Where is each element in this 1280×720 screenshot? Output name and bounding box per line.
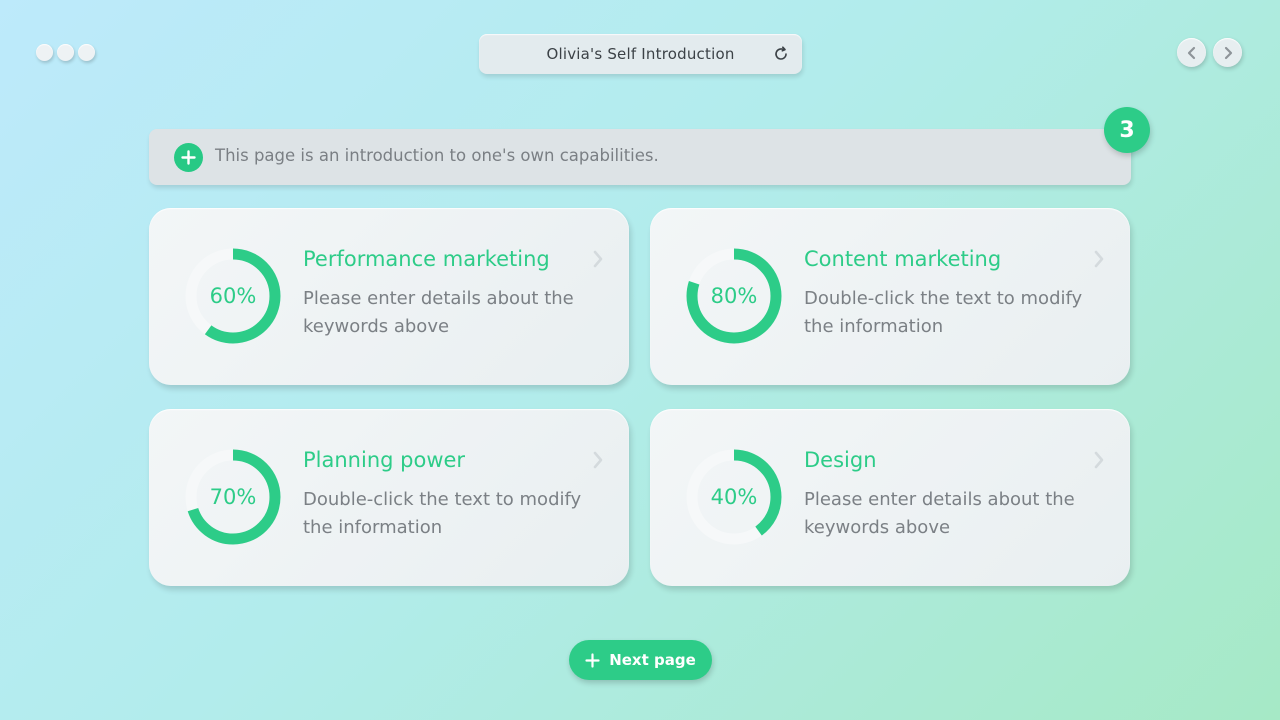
plus-icon[interactable] <box>174 143 203 172</box>
nav-buttons <box>1177 38 1242 67</box>
info-bar: This page is an introduction to one's ow… <box>149 129 1131 185</box>
window-controls <box>36 44 95 61</box>
card-chevron-icon <box>593 250 603 268</box>
card-description: Double-click the text to modify the info… <box>303 489 582 538</box>
percent-label: 40% <box>710 485 758 509</box>
card-description: Please enter details about the keywords … <box>804 489 1075 538</box>
plus-icon <box>585 652 600 668</box>
percent-label: 80% <box>710 284 758 308</box>
window-dot-icon[interactable] <box>57 44 74 61</box>
next-page-label: Next page <box>609 651 696 669</box>
card-chevron-icon <box>1094 250 1104 268</box>
card-title: Content marketing <box>804 247 1002 271</box>
forward-button[interactable] <box>1213 38 1242 67</box>
card-description: Please enter details about the keywords … <box>303 288 574 337</box>
back-button[interactable] <box>1177 38 1206 67</box>
card-chevron-icon <box>1094 451 1104 469</box>
card-title: Planning power <box>303 448 466 472</box>
card-description: Double-click the text to modify the info… <box>804 288 1083 337</box>
chevron-right-icon <box>1224 46 1232 59</box>
card-title: Design <box>804 448 877 472</box>
page-title: Olivia's Self Introduction <box>546 45 735 63</box>
page-number-badge: 3 <box>1104 107 1150 153</box>
chevron-left-icon <box>1187 46 1195 59</box>
percent-label: 60% <box>209 284 257 308</box>
skill-card-performance-marketing[interactable]: 60% Performance marketing Please enter d… <box>149 208 629 385</box>
skill-card-design[interactable]: 40% Design Please enter details about th… <box>650 409 1130 586</box>
window-dot-icon[interactable] <box>36 44 53 61</box>
window-dot-icon[interactable] <box>78 44 95 61</box>
skill-card-planning-power[interactable]: 70% Planning power Double-click the text… <box>149 409 629 586</box>
percent-label: 70% <box>209 485 257 509</box>
skill-card-content-marketing[interactable]: 80% Content marketing Double-click the t… <box>650 208 1130 385</box>
info-text: This page is an introduction to one's ow… <box>215 146 659 165</box>
title-bar: Olivia's Self Introduction <box>479 34 802 74</box>
refresh-icon[interactable] <box>772 45 790 63</box>
card-title: Performance marketing <box>303 247 550 271</box>
next-page-button[interactable]: Next page <box>569 640 712 680</box>
card-chevron-icon <box>593 451 603 469</box>
